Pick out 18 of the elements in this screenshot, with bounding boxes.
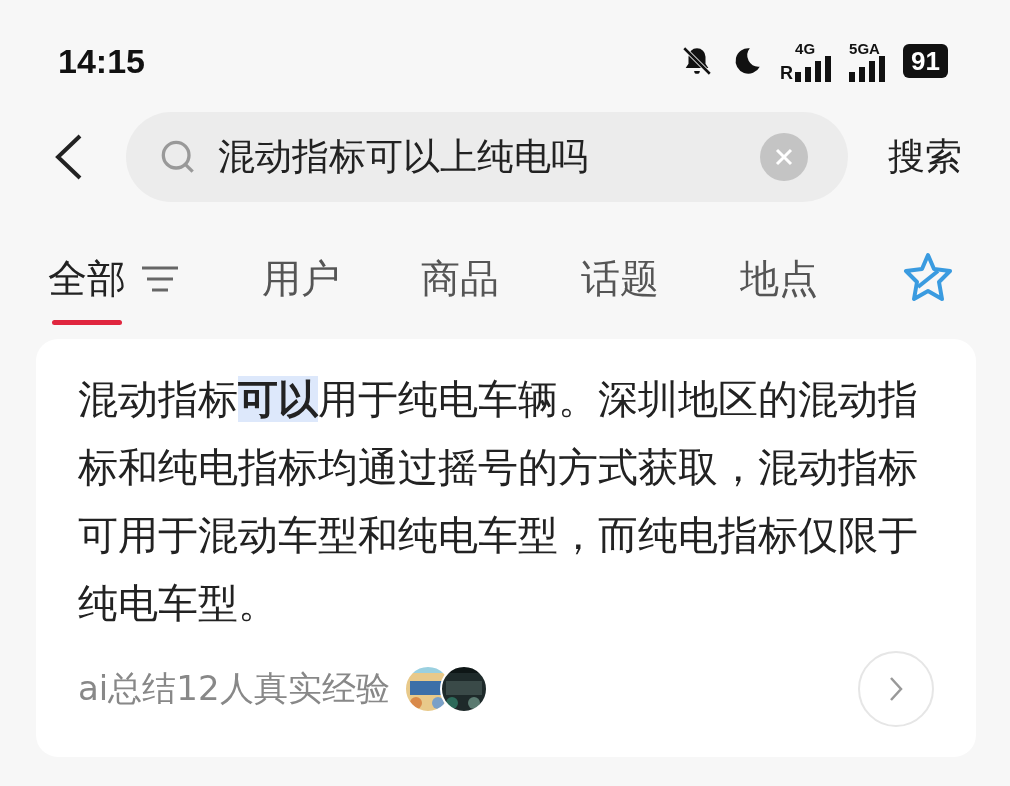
network-type: 4G: [795, 40, 816, 56]
tab[interactable]: 商品: [421, 232, 500, 325]
search-field[interactable]: 混动指标可以上纯电吗: [126, 112, 848, 202]
signal-icon: [849, 55, 888, 82]
source-text: ai总结12人真实经验: [78, 667, 390, 710]
tab[interactable]: 话题: [580, 232, 659, 325]
tab[interactable]: 用户: [261, 232, 340, 325]
clear-icon[interactable]: [760, 133, 808, 181]
battery-level: 91: [903, 44, 948, 78]
tab[interactable]: 地点: [740, 232, 819, 325]
chevron-right-icon: [888, 675, 904, 703]
answer-text: 混动指标可以用于纯电车辆。深圳地区的混动指标和纯电指标均通过摇号的方式获取，混动指标可用于混动车型和纯电车型，而纯电指标仅限于纯电车型。: [78, 375, 919, 628]
network-type: 5GA: [849, 40, 880, 56]
roaming-label: R: [780, 63, 794, 82]
status-time: 14:15: [58, 41, 145, 81]
signal-icon: [795, 55, 834, 82]
search-button[interactable]: 搜索: [888, 132, 962, 182]
tab[interactable]: 全部: [48, 232, 126, 325]
